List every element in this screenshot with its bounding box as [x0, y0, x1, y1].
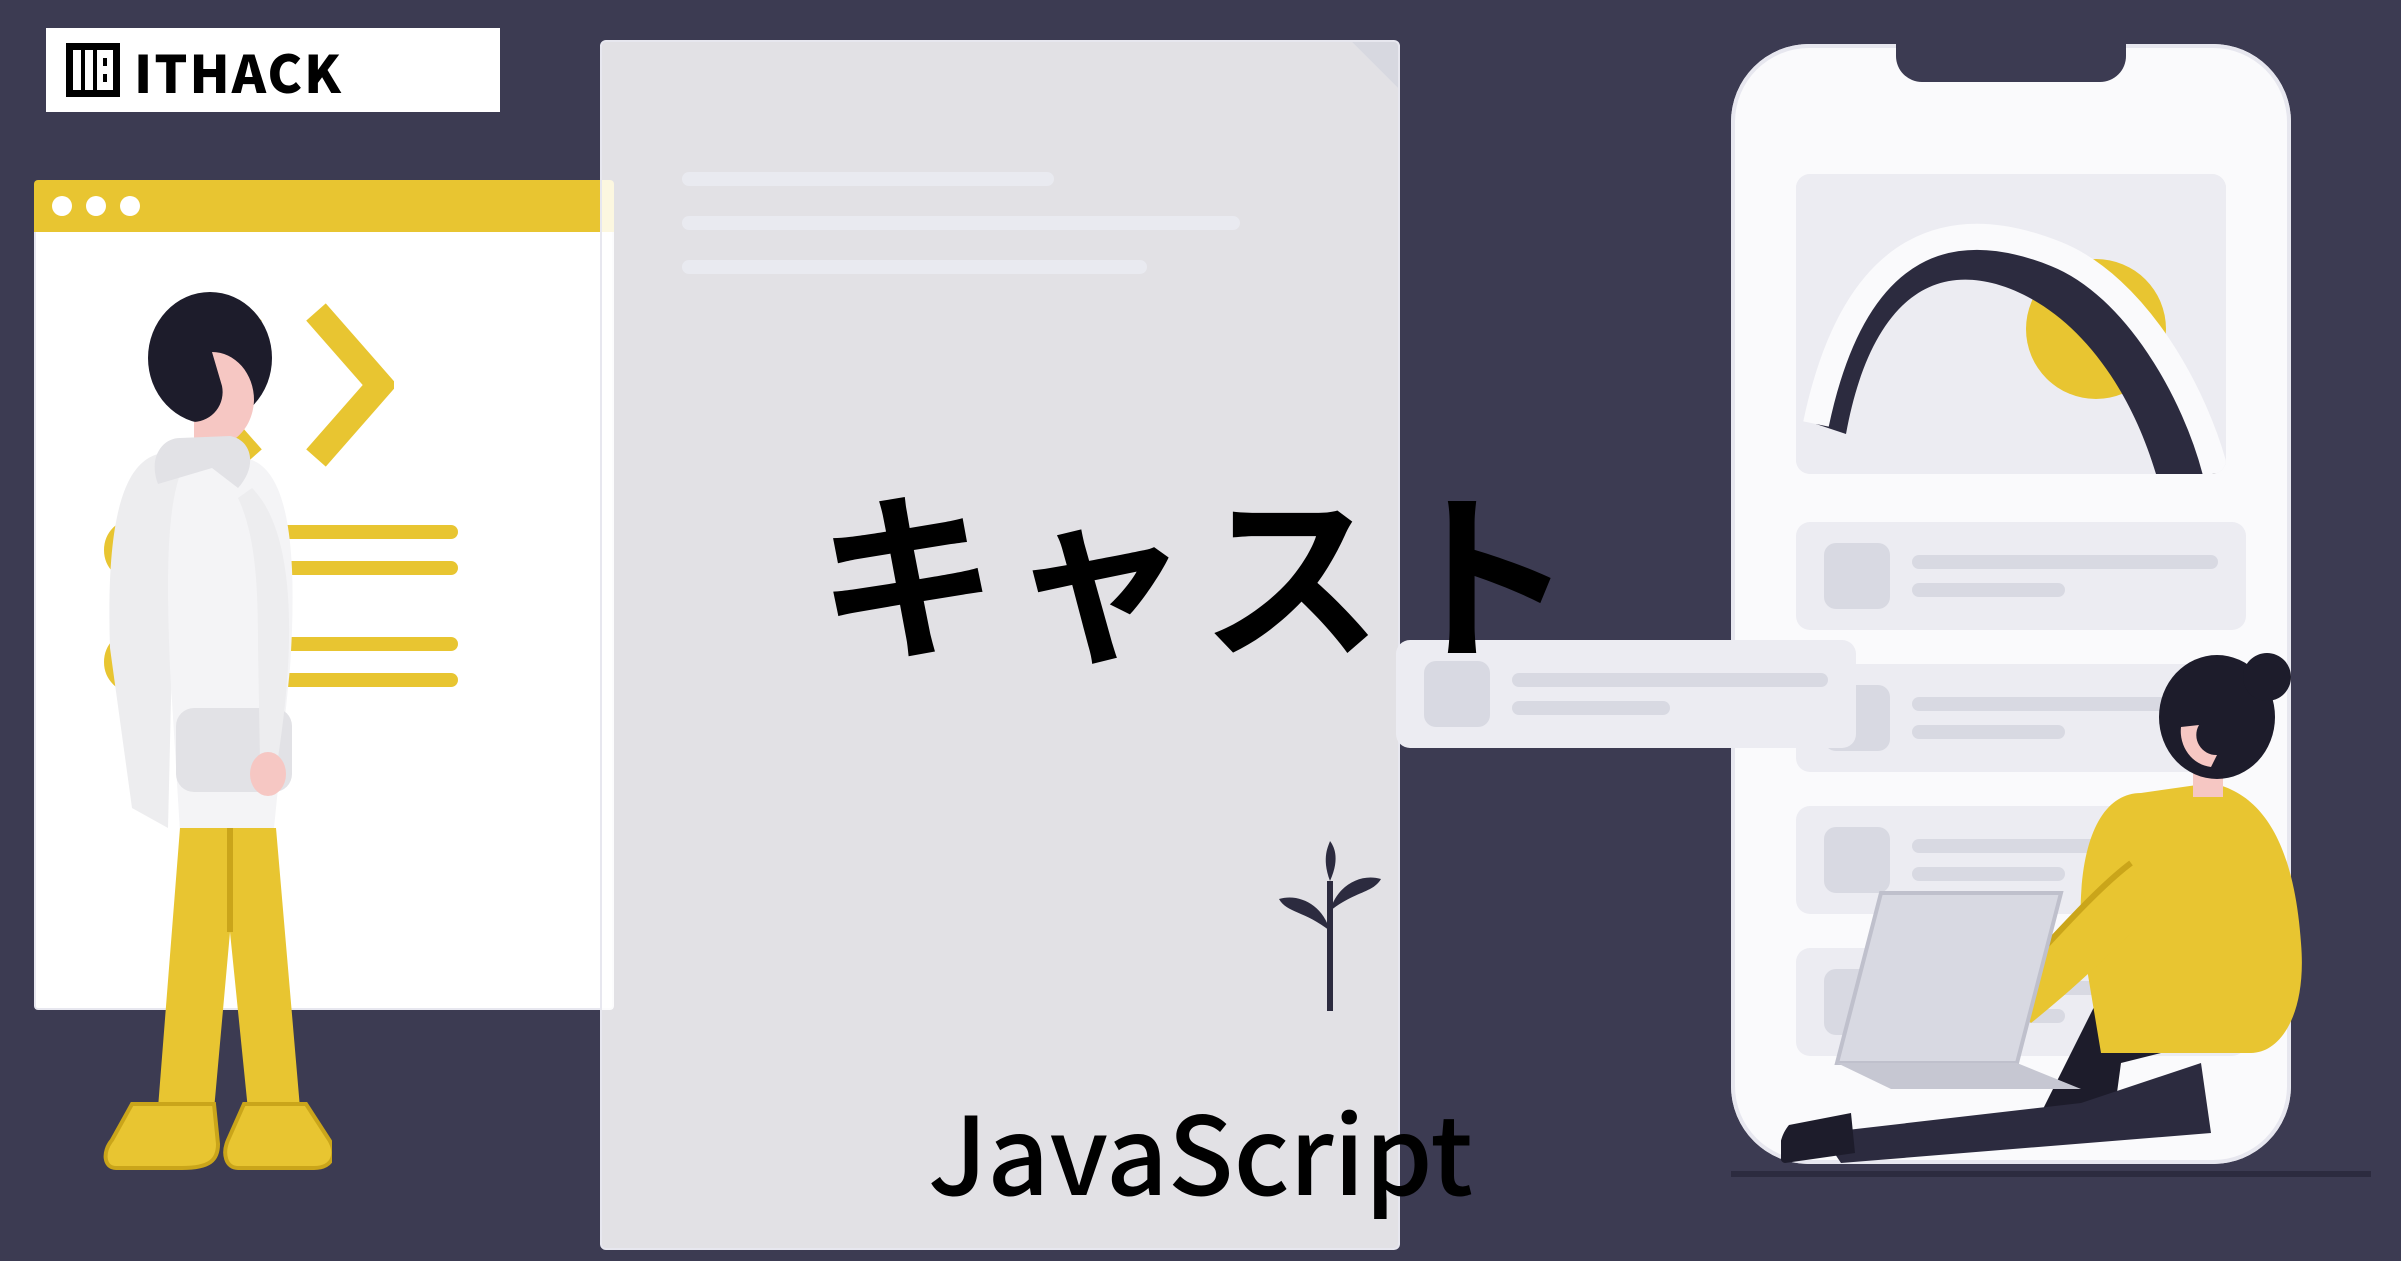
brand-badge: ITHACK [46, 28, 500, 112]
window-dot [86, 196, 106, 216]
phone-card [1796, 522, 2246, 630]
person-sitting-laptop [1781, 633, 2371, 1173]
brand-name: ITHACK [134, 33, 343, 108]
person-standing [62, 288, 332, 1178]
placeholder-line [682, 172, 1054, 186]
placeholder-line [1512, 701, 1670, 715]
placeholder-line [682, 260, 1147, 274]
phone-hero-image [1796, 174, 2226, 474]
window-dot [120, 196, 140, 216]
hero-illustration: ITHACK [0, 0, 2401, 1261]
document-lines [682, 172, 1302, 274]
ithack-logo-icon [66, 43, 120, 97]
page-fold-icon [1352, 42, 1398, 88]
placeholder-line [682, 216, 1240, 230]
card-thumb [1824, 543, 1890, 609]
placeholder-line [1912, 583, 2065, 597]
title-english: JavaScript [928, 1071, 1473, 1227]
window-dot [52, 196, 72, 216]
title-japanese: キャスト [817, 435, 1585, 698]
phone-notch [1896, 44, 2126, 82]
plant-sprout-icon [1275, 841, 1385, 1011]
browser-title-bar [34, 180, 614, 232]
placeholder-line [1912, 555, 2218, 569]
